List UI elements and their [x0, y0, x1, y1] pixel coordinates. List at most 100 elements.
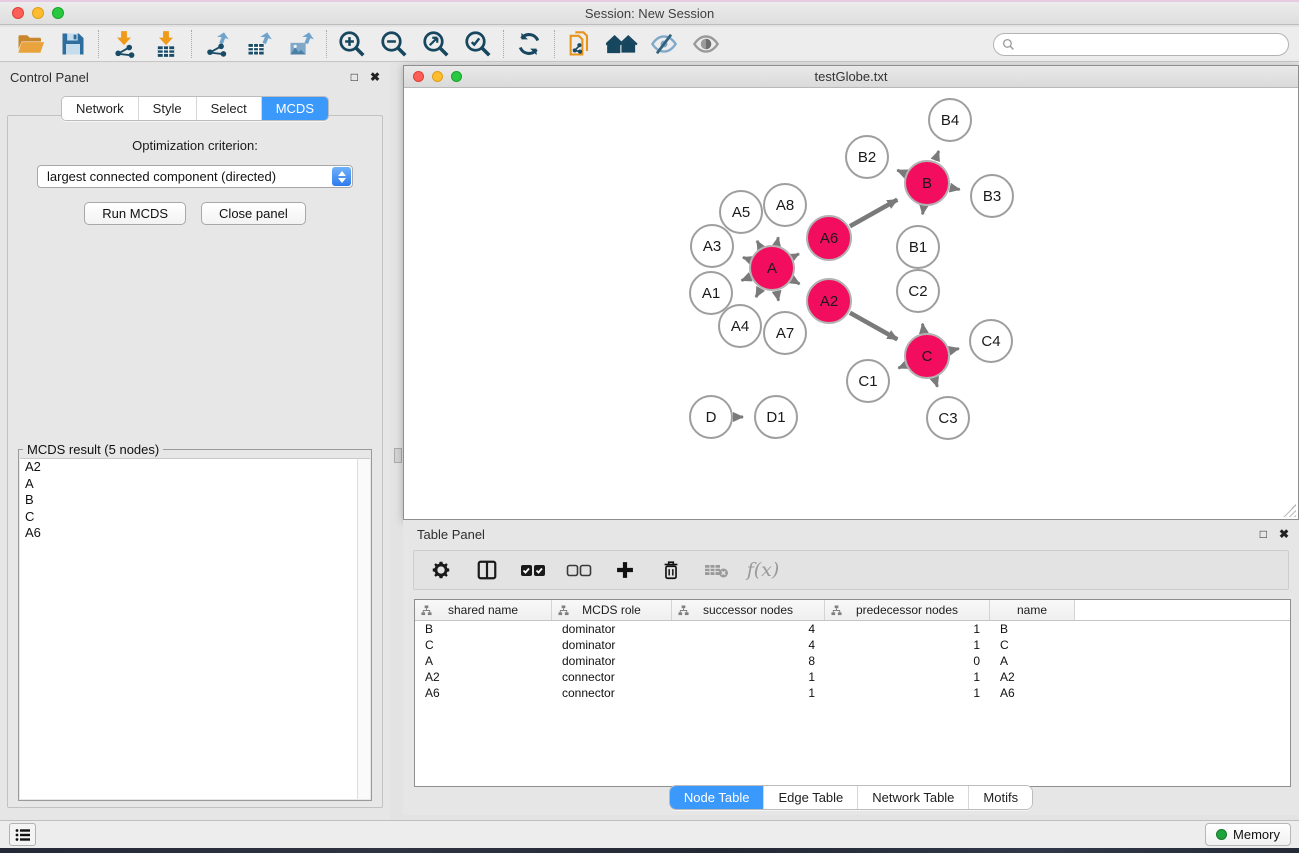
graph-node-B2[interactable]: B2 — [846, 136, 888, 178]
zoom-in-button[interactable] — [331, 29, 373, 59]
criterion-dropdown[interactable]: largest connected component (directed) — [37, 165, 353, 188]
table-tab-edge-table[interactable]: Edge Table — [763, 786, 857, 809]
graph-node-A1[interactable]: A1 — [690, 272, 732, 314]
edge-A-A2[interactable] — [793, 280, 800, 284]
edge-A-A5[interactable] — [757, 241, 760, 247]
mcds-result-list[interactable]: A2ABCA6 — [20, 458, 370, 799]
table-row[interactable]: A6connector11A6 — [415, 685, 1290, 701]
column-header-name[interactable]: name — [990, 600, 1075, 620]
edge-A-A7[interactable] — [777, 292, 779, 301]
split-panel-button[interactable] — [474, 557, 500, 583]
graph-node-A6[interactable]: A6 — [807, 216, 851, 260]
result-item[interactable]: A2 — [20, 459, 370, 476]
graph-node-B4[interactable]: B4 — [929, 99, 971, 141]
graph-node-A7[interactable]: A7 — [764, 312, 806, 354]
edge-A6-B[interactable] — [850, 200, 897, 227]
graph-node-B3[interactable]: B3 — [971, 175, 1013, 217]
table-tab-motifs[interactable]: Motifs — [968, 786, 1032, 809]
table-settings-button[interactable] — [428, 557, 454, 583]
float-panel-icon[interactable]: □ — [351, 70, 358, 84]
function-builder-button[interactable]: f(x) — [750, 557, 776, 583]
refresh-view-button[interactable] — [508, 29, 550, 59]
network-canvas[interactable]: A A1 A2 A3 A4 A5 A6 A7 A8 B B1 B2 B3B4 C C1 C2 C3C4 D D1 — [404, 88, 1298, 519]
splitter-handle[interactable] — [394, 448, 402, 463]
result-item[interactable]: A6 — [20, 525, 370, 542]
network-graph[interactable]: A A1 A2 A3 A4 A5 A6 A7 A8 B B1 B2 B3B4 C C1 C2 C3C4 D D1 — [404, 88, 1298, 519]
search-input[interactable] — [1020, 38, 1288, 52]
node-table[interactable]: shared nameMCDS rolesuccessor nodesprede… — [414, 599, 1291, 787]
search-field[interactable] — [993, 33, 1289, 56]
resize-grip[interactable] — [1283, 504, 1296, 517]
table-row[interactable]: A2connector11A2 — [415, 669, 1290, 685]
graph-node-A3[interactable]: A3 — [691, 225, 733, 267]
edge-B-B1[interactable] — [923, 207, 924, 215]
memory-button[interactable]: Memory — [1205, 823, 1291, 846]
edge-A-A3[interactable] — [743, 257, 749, 259]
export-image-button[interactable] — [280, 29, 322, 59]
edge-B-B3[interactable] — [951, 188, 960, 190]
column-header-predecessor-nodes[interactable]: predecessor nodes — [825, 600, 990, 620]
control-tab-select[interactable]: Select — [196, 97, 261, 120]
edge-B-B4[interactable] — [935, 151, 938, 160]
column-header-successor-nodes[interactable]: successor nodes — [672, 600, 825, 620]
graph-node-A8[interactable]: A8 — [764, 184, 806, 226]
zoom-out-button[interactable] — [373, 29, 415, 59]
task-history-button[interactable] — [9, 823, 36, 846]
edge-A-A1[interactable] — [742, 277, 750, 280]
edge-A-A6[interactable] — [793, 254, 799, 257]
result-item[interactable]: B — [20, 492, 370, 509]
graph-node-B[interactable]: B — [905, 161, 949, 205]
export-table-button[interactable] — [238, 29, 280, 59]
table-row[interactable]: Cdominator41C — [415, 637, 1290, 653]
graph-node-D1[interactable]: D1 — [755, 396, 797, 438]
edge-C-C3[interactable] — [935, 379, 938, 387]
zoom-fit-button[interactable] — [415, 29, 457, 59]
graph-node-A4[interactable]: A4 — [719, 305, 761, 347]
save-session-button[interactable] — [52, 29, 94, 59]
table-tab-node-table[interactable]: Node Table — [670, 786, 764, 809]
edge-A-A8[interactable] — [777, 237, 778, 244]
close-panel-icon[interactable]: ✖ — [370, 70, 380, 84]
edge-B-B2[interactable] — [897, 170, 905, 173]
result-scrollbar[interactable] — [357, 459, 370, 799]
zoom-selected-button[interactable] — [457, 29, 499, 59]
clone-network-button[interactable] — [559, 29, 601, 59]
graph-node-A[interactable]: A — [750, 246, 794, 290]
open-file-button[interactable] — [10, 29, 52, 59]
run-mcds-button[interactable]: Run MCDS — [84, 202, 186, 225]
graph-node-C4[interactable]: C4 — [970, 320, 1012, 362]
graph-node-A2[interactable]: A2 — [807, 279, 851, 323]
hide-details-button[interactable] — [643, 29, 685, 59]
edge-A-A4[interactable] — [756, 289, 760, 297]
export-network-button[interactable] — [196, 29, 238, 59]
home-button[interactable] — [601, 29, 643, 59]
graph-node-C1[interactable]: C1 — [847, 360, 889, 402]
table-row[interactable]: Bdominator41B — [415, 621, 1290, 637]
add-column-button[interactable] — [612, 557, 638, 583]
graph-node-D[interactable]: D — [690, 396, 732, 438]
float-panel-icon[interactable]: □ — [1260, 527, 1267, 541]
edge-C-C1[interactable] — [898, 365, 905, 368]
import-table-button[interactable] — [145, 29, 187, 59]
graph-node-C3[interactable]: C3 — [927, 397, 969, 439]
edge-C-C4[interactable] — [950, 349, 959, 351]
import-network-button[interactable] — [103, 29, 145, 59]
close-panel-icon[interactable]: ✖ — [1279, 527, 1289, 541]
control-tab-network[interactable]: Network — [62, 97, 138, 120]
control-tab-style[interactable]: Style — [138, 97, 196, 120]
column-header-MCDS-role[interactable]: MCDS role — [552, 600, 672, 620]
select-all-button[interactable] — [520, 557, 546, 583]
delete-column-button[interactable] — [658, 557, 684, 583]
close-panel-button[interactable]: Close panel — [201, 202, 306, 225]
graph-node-B1[interactable]: B1 — [897, 226, 939, 268]
table-row[interactable]: Adominator80A — [415, 653, 1290, 669]
show-details-button[interactable] — [685, 29, 727, 59]
deselect-all-button[interactable] — [566, 557, 592, 583]
network-window-titlebar[interactable]: testGlobe.txt — [404, 66, 1298, 88]
graph-node-C[interactable]: C — [905, 334, 949, 378]
table-tab-network-table[interactable]: Network Table — [857, 786, 968, 809]
graph-node-C2[interactable]: C2 — [897, 270, 939, 312]
column-header-shared-name[interactable]: shared name — [415, 600, 552, 620]
graph-node-A5[interactable]: A5 — [720, 191, 762, 233]
edge-A2-C[interactable] — [850, 313, 897, 340]
